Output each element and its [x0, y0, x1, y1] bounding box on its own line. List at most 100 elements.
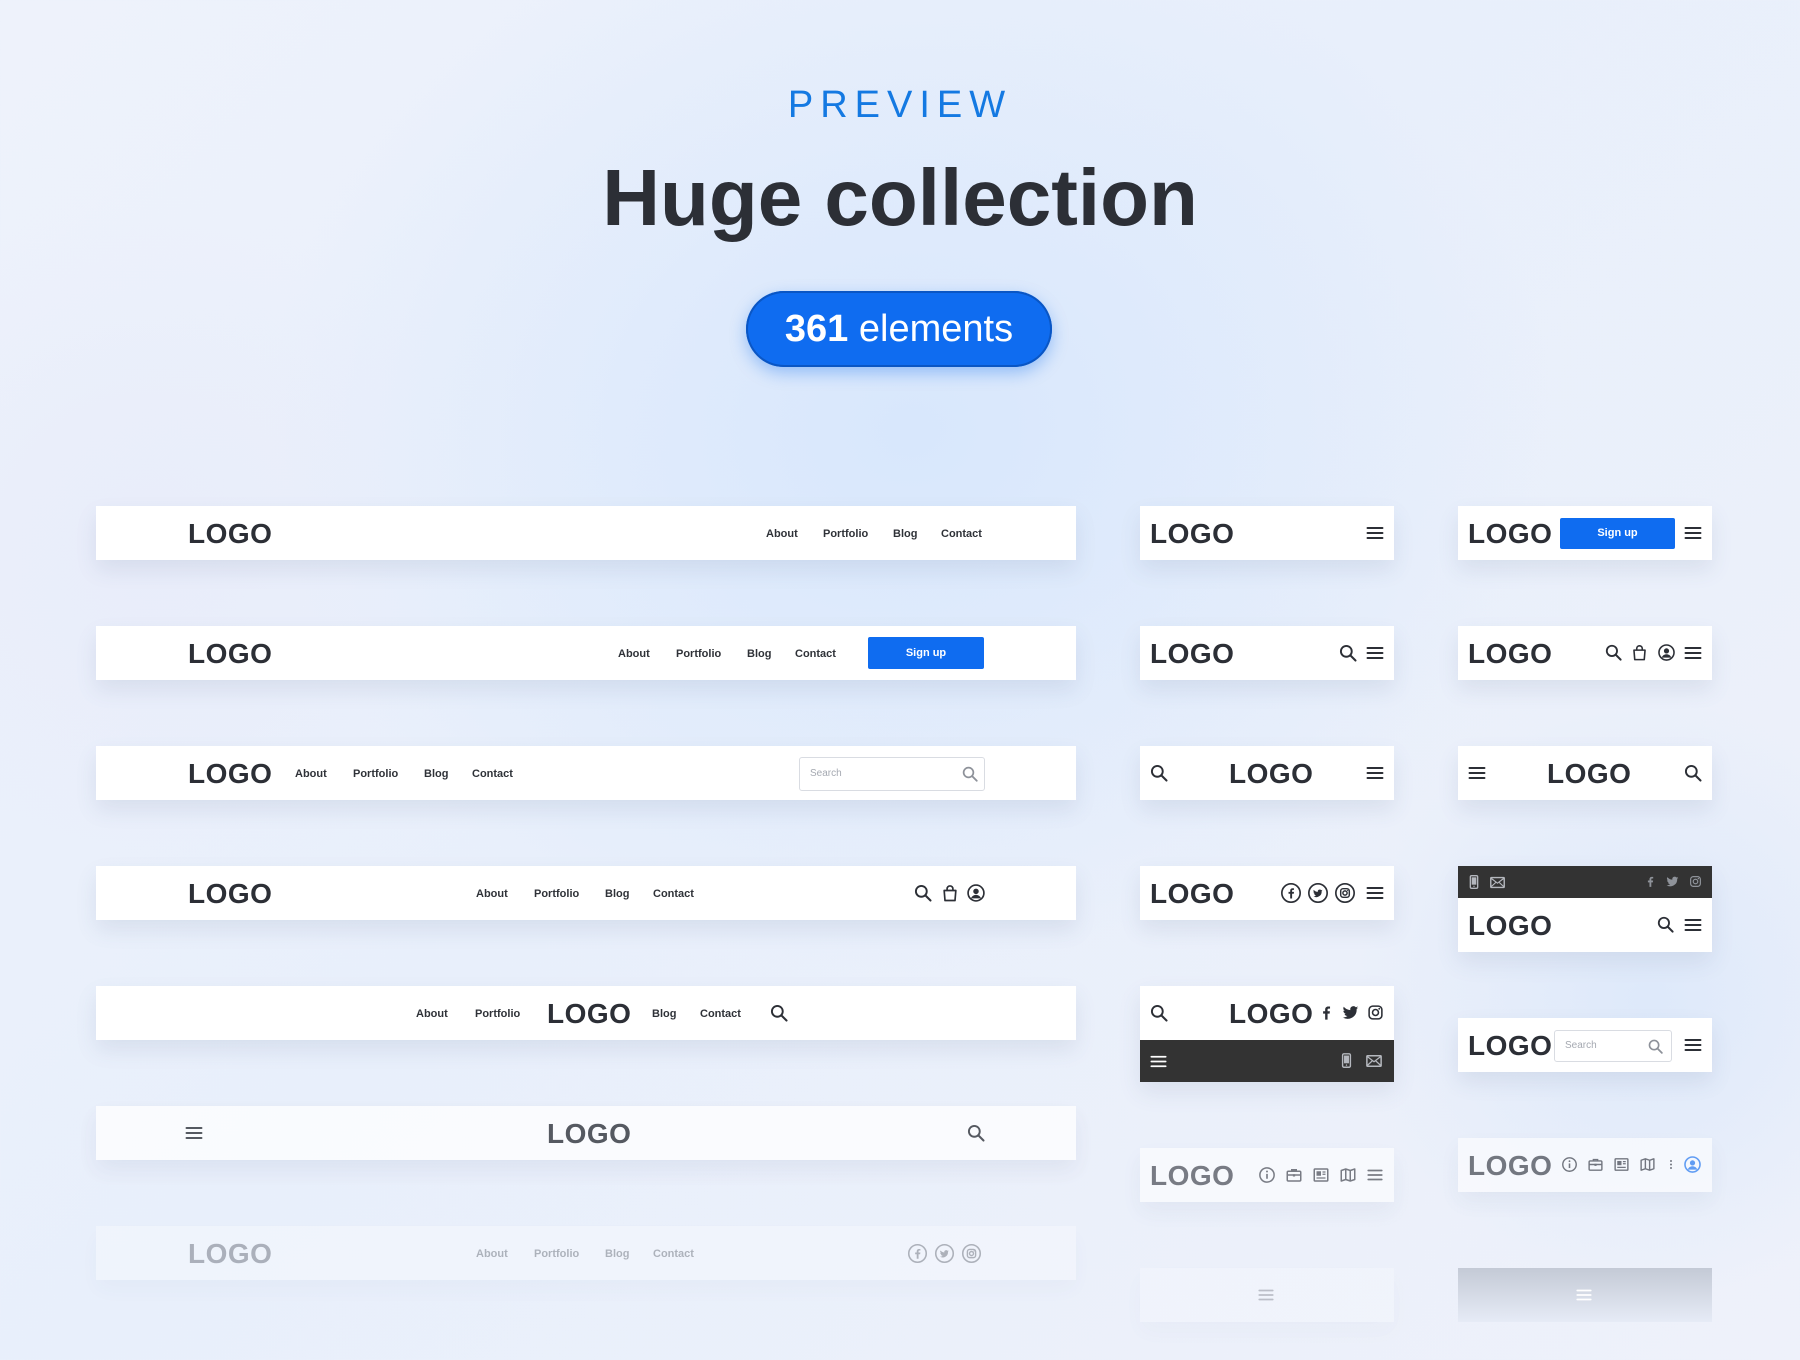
user-icon[interactable]: [1657, 643, 1676, 662]
search-icon[interactable]: [1338, 643, 1358, 663]
more-vertical-icon[interactable]: [1665, 1156, 1677, 1173]
logo[interactable]: LOGO: [1468, 912, 1552, 940]
phone-icon[interactable]: [1338, 1052, 1355, 1069]
logo[interactable]: LOGO: [188, 1240, 272, 1268]
twitter-icon[interactable]: [934, 1243, 955, 1264]
logo[interactable]: LOGO: [188, 520, 272, 548]
twitter-icon[interactable]: [1666, 875, 1679, 888]
facebook-icon[interactable]: [1318, 1004, 1335, 1021]
nav-link-contact[interactable]: Contact: [700, 1008, 741, 1020]
logo[interactable]: LOGO: [1150, 880, 1234, 908]
nav-link-portfolio[interactable]: Portfolio: [676, 648, 721, 660]
signup-button[interactable]: Sign up: [1560, 518, 1675, 549]
twitter-icon[interactable]: [1342, 1004, 1359, 1021]
logo[interactable]: LOGO: [1150, 1162, 1234, 1190]
newspaper-icon[interactable]: [1312, 1166, 1330, 1184]
menu-icon[interactable]: [1365, 883, 1385, 903]
logo[interactable]: LOGO: [1468, 640, 1552, 668]
logo[interactable]: LOGO: [1547, 760, 1631, 788]
info-icon[interactable]: [1258, 1166, 1276, 1184]
facebook-icon[interactable]: [907, 1243, 928, 1264]
nav-link-about[interactable]: About: [618, 648, 650, 660]
instagram-icon[interactable]: [1367, 1004, 1384, 1021]
nav-link-blog[interactable]: Blog: [747, 648, 771, 660]
logo[interactable]: LOGO: [547, 1120, 631, 1148]
search-icon[interactable]: [913, 883, 933, 903]
nav-link-about[interactable]: About: [476, 1248, 508, 1260]
nav-link-portfolio[interactable]: Portfolio: [475, 1008, 520, 1020]
map-icon[interactable]: [1639, 1156, 1656, 1173]
briefcase-icon[interactable]: [1285, 1166, 1303, 1184]
logo[interactable]: LOGO: [188, 760, 272, 788]
menu-icon[interactable]: [1365, 523, 1385, 543]
signup-button[interactable]: Sign up: [868, 637, 984, 669]
mail-icon[interactable]: [1489, 874, 1506, 891]
user-icon[interactable]: [966, 883, 986, 903]
menu-icon[interactable]: [1365, 643, 1385, 663]
instagram-icon[interactable]: [1689, 875, 1702, 888]
search-icon[interactable]: [1149, 1003, 1169, 1023]
info-icon[interactable]: [1561, 1156, 1578, 1173]
phone-icon[interactable]: [1466, 874, 1482, 890]
menu-icon[interactable]: [1366, 1166, 1384, 1184]
nav-link-blog[interactable]: Blog: [605, 888, 629, 900]
logo[interactable]: LOGO: [1229, 1000, 1313, 1028]
menu-icon[interactable]: [1683, 643, 1703, 663]
nav-link-portfolio[interactable]: Portfolio: [534, 888, 579, 900]
nav-link-portfolio[interactable]: Portfolio: [353, 768, 398, 780]
logo[interactable]: LOGO: [1229, 760, 1313, 788]
user-icon[interactable]: [1683, 1155, 1702, 1174]
search-icon[interactable]: [961, 765, 979, 783]
facebook-icon[interactable]: [1644, 875, 1657, 888]
nav-link-portfolio[interactable]: Portfolio: [823, 528, 868, 540]
nav-link-blog[interactable]: Blog: [424, 768, 448, 780]
nav-link-portfolio[interactable]: Portfolio: [534, 1248, 579, 1260]
nav-link-contact[interactable]: Contact: [795, 648, 836, 660]
newspaper-icon[interactable]: [1613, 1156, 1630, 1173]
search-icon[interactable]: [1647, 1038, 1664, 1055]
search-input[interactable]: Search: [1554, 1030, 1672, 1062]
shopping-bag-icon[interactable]: [940, 883, 960, 903]
menu-icon[interactable]: [1257, 1286, 1275, 1304]
nav-link-blog[interactable]: Blog: [893, 528, 917, 540]
nav-link-about[interactable]: About: [295, 768, 327, 780]
logo[interactable]: LOGO: [1468, 1032, 1552, 1060]
facebook-icon[interactable]: [1280, 882, 1302, 904]
menu-icon[interactable]: [1149, 1052, 1168, 1071]
menu-icon[interactable]: [184, 1123, 204, 1143]
briefcase-icon[interactable]: [1587, 1156, 1604, 1173]
shopping-bag-icon[interactable]: [1630, 643, 1649, 662]
search-icon[interactable]: [1149, 763, 1169, 783]
search-input[interactable]: Search: [799, 757, 985, 791]
twitter-icon[interactable]: [1307, 882, 1329, 904]
search-icon[interactable]: [1604, 643, 1623, 662]
menu-icon[interactable]: [1683, 523, 1703, 543]
nav-link-contact[interactable]: Contact: [653, 1248, 694, 1260]
map-icon[interactable]: [1339, 1166, 1357, 1184]
logo[interactable]: LOGO: [188, 880, 272, 908]
menu-icon[interactable]: [1683, 915, 1703, 935]
logo[interactable]: LOGO: [547, 1000, 631, 1028]
menu-icon[interactable]: [1467, 763, 1487, 783]
logo[interactable]: LOGO: [188, 640, 272, 668]
mail-icon[interactable]: [1365, 1052, 1383, 1070]
nav-link-about[interactable]: About: [766, 528, 798, 540]
nav-link-about[interactable]: About: [476, 888, 508, 900]
search-icon[interactable]: [1683, 763, 1703, 783]
nav-link-blog[interactable]: Blog: [652, 1008, 676, 1020]
logo[interactable]: LOGO: [1150, 640, 1234, 668]
nav-link-blog[interactable]: Blog: [605, 1248, 629, 1260]
logo[interactable]: LOGO: [1150, 520, 1234, 548]
search-icon[interactable]: [769, 1003, 789, 1023]
instagram-icon[interactable]: [1334, 882, 1356, 904]
search-icon[interactable]: [966, 1123, 986, 1143]
menu-icon[interactable]: [1365, 763, 1385, 783]
search-icon[interactable]: [1656, 915, 1675, 934]
menu-icon[interactable]: [1575, 1286, 1593, 1304]
logo[interactable]: LOGO: [1468, 1152, 1552, 1180]
nav-link-about[interactable]: About: [416, 1008, 448, 1020]
nav-link-contact[interactable]: Contact: [941, 528, 982, 540]
instagram-icon[interactable]: [961, 1243, 982, 1264]
nav-link-contact[interactable]: Contact: [653, 888, 694, 900]
nav-link-contact[interactable]: Contact: [472, 768, 513, 780]
